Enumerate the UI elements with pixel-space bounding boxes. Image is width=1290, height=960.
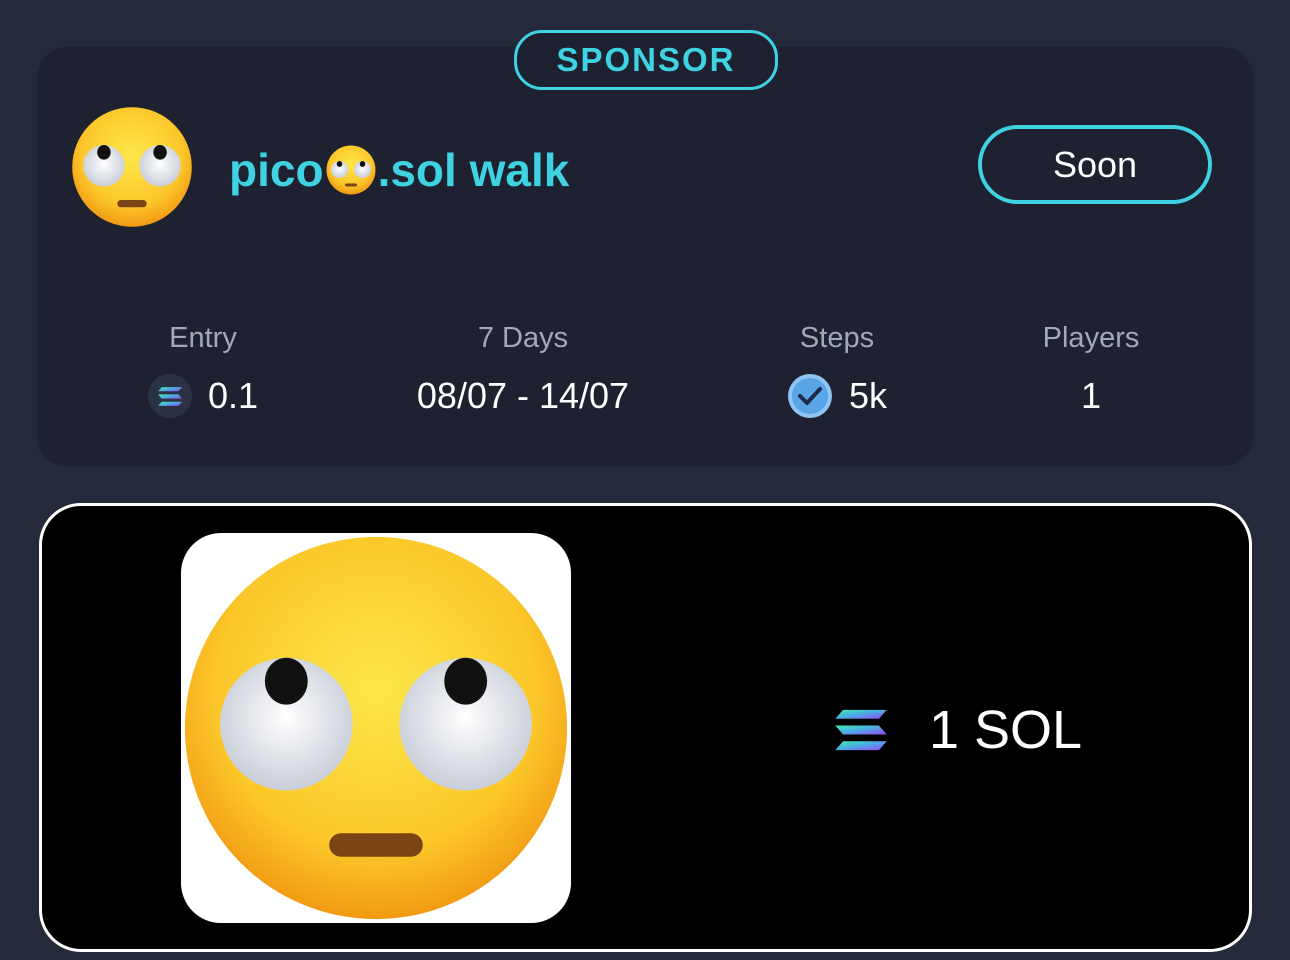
stat-label-steps: Steps bbox=[799, 322, 875, 354]
challenge-title-suffix: .sol walk bbox=[377, 144, 570, 196]
challenge-title: pico .sol walk bbox=[229, 138, 569, 202]
stat-value-steps: 5k bbox=[787, 374, 887, 418]
stat-value-players: 1 bbox=[1081, 374, 1101, 418]
challenge-title-prefix: pico bbox=[229, 144, 324, 196]
players-count: 1 bbox=[1080, 375, 1102, 416]
stat-label-players: Players bbox=[1042, 322, 1140, 354]
date-range: 08/07 - 14/07 bbox=[416, 375, 630, 416]
stat-label-duration: 7 Days bbox=[477, 322, 569, 354]
face-with-rolling-eyes-icon bbox=[71, 106, 193, 228]
prize-amount-label: 1 SOL bbox=[929, 700, 1083, 760]
prize-image bbox=[181, 533, 571, 923]
soon-button[interactable]: Soon bbox=[978, 125, 1212, 204]
steps-count: 5k bbox=[848, 375, 888, 416]
solana-icon bbox=[147, 374, 192, 418]
entry-amount: 0.1 bbox=[207, 375, 259, 416]
stat-label-entry: Entry bbox=[169, 322, 237, 354]
face-with-rolling-eyes-icon bbox=[326, 145, 376, 195]
check-badge-icon bbox=[787, 374, 832, 418]
stat-value-entry: 0.1 bbox=[147, 374, 259, 418]
stat-value-duration: 08/07 - 14/07 bbox=[417, 374, 629, 418]
solana-icon bbox=[833, 706, 889, 754]
sponsor-badge: SPONSOR bbox=[514, 30, 778, 90]
face-with-rolling-eyes-icon bbox=[181, 533, 571, 923]
prize-amount: 1 SOL bbox=[833, 695, 1082, 765]
